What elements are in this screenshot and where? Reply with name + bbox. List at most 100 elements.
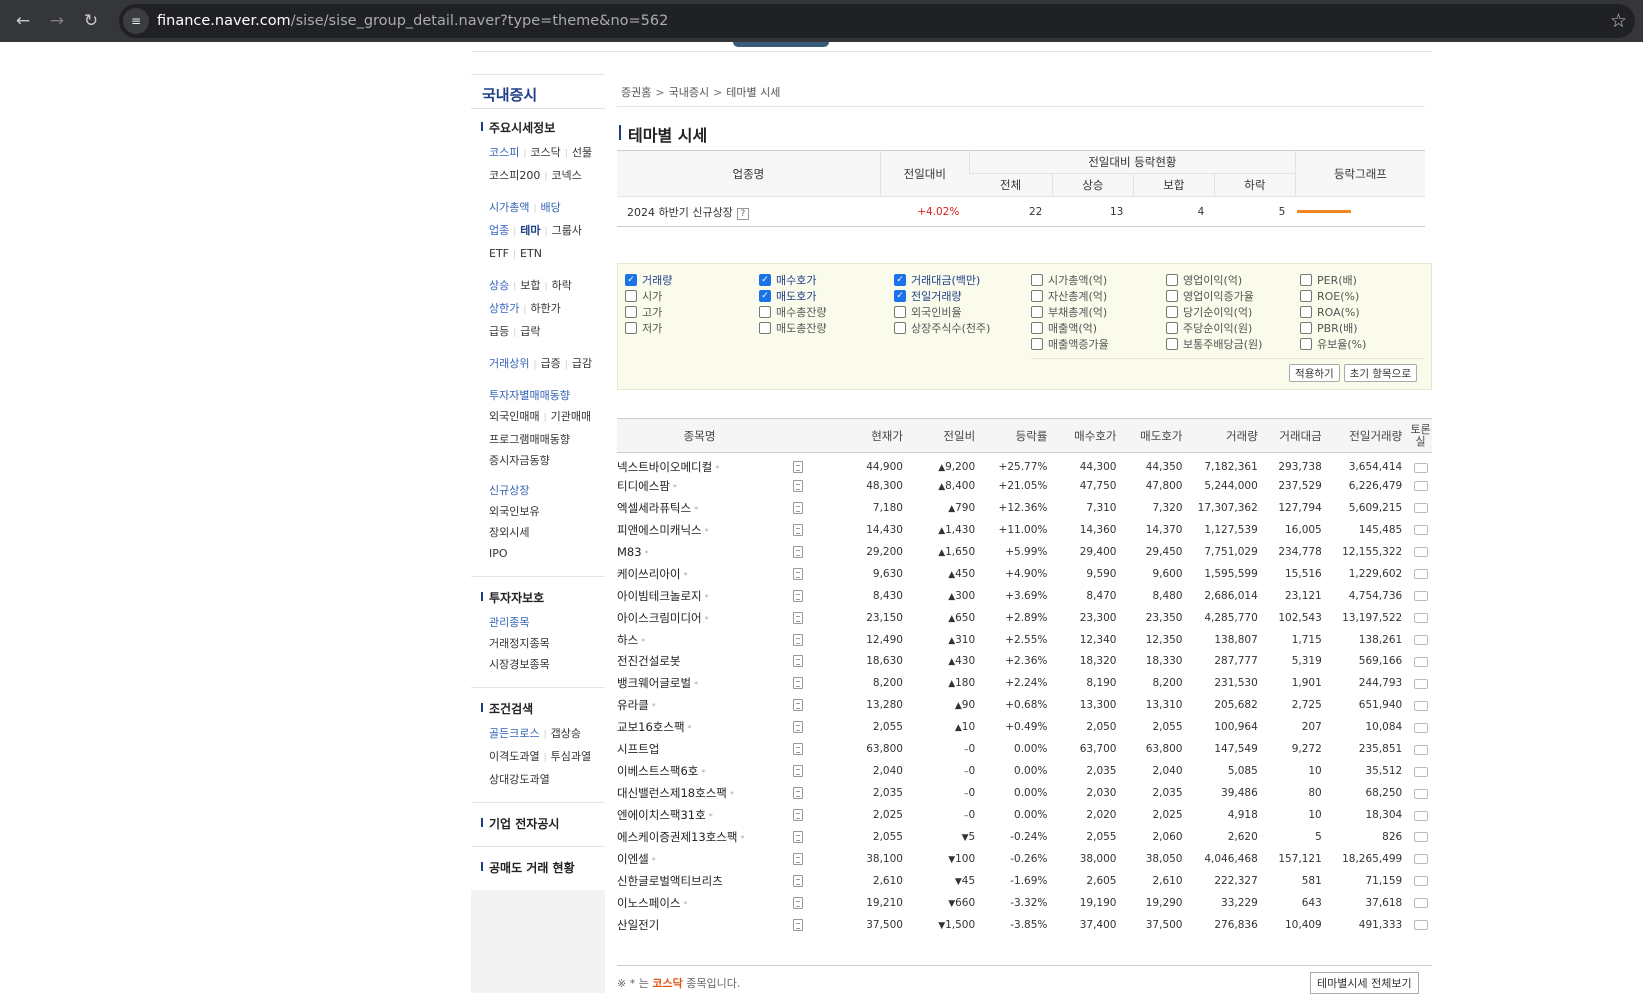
option-checkbox-item[interactable]: ROE(%) xyxy=(1300,288,1366,304)
nav-market-funds[interactable]: 증시자금동향 xyxy=(489,454,550,467)
checkbox-empty-icon[interactable] xyxy=(894,322,906,334)
discussion-icon[interactable] xyxy=(1413,481,1428,492)
document-icon[interactable] xyxy=(792,589,803,602)
stock-name-link[interactable]: 케이쓰리아이 xyxy=(617,567,680,581)
stock-name-link[interactable]: 유라클 xyxy=(617,698,649,712)
option-checkbox-item[interactable]: PBR(배) xyxy=(1300,320,1366,336)
discussion-icon[interactable] xyxy=(1413,678,1428,689)
discussion-icon[interactable] xyxy=(1413,722,1428,733)
nav-rise[interactable]: 상승 xyxy=(489,279,509,292)
nav-disparity[interactable]: 이격도과열 xyxy=(489,750,540,763)
document-icon[interactable] xyxy=(792,461,803,473)
checkbox-checked-icon[interactable]: ✓ xyxy=(625,274,637,286)
stock-name-link[interactable]: 엔에이치스팩31호 xyxy=(617,808,706,822)
nav-disclosure[interactable]: 기업 전자공시 xyxy=(471,815,605,832)
nav-theme[interactable]: 테마 xyxy=(520,224,540,237)
option-checkbox-item[interactable]: 상장주식수(천주) xyxy=(894,320,990,336)
option-checkbox-item[interactable]: 유보율(%) xyxy=(1300,336,1366,352)
stock-name-link[interactable]: 아이스크림미디어 xyxy=(617,611,702,625)
nav-group[interactable]: 그룹사 xyxy=(552,224,582,237)
apply-button[interactable]: 적용하기 xyxy=(1289,364,1340,382)
document-icon[interactable] xyxy=(792,830,803,843)
nav-foreign-holding[interactable]: 외국인보유 xyxy=(489,505,540,518)
nav-new-listing[interactable]: 신규상장 xyxy=(489,484,529,497)
nav-ipo[interactable]: IPO xyxy=(489,547,508,560)
option-checkbox-item[interactable]: ✓ 거래대금(백만) xyxy=(894,272,990,288)
nav-short-selling[interactable]: 공매도 거래 현황 xyxy=(471,859,605,876)
document-icon[interactable] xyxy=(792,765,803,778)
discussion-icon[interactable] xyxy=(1413,547,1428,558)
nav-halted-stocks[interactable]: 거래정지종목 xyxy=(489,637,550,650)
discussion-icon[interactable] xyxy=(1413,503,1428,514)
document-icon[interactable] xyxy=(792,633,803,646)
stock-name-link[interactable]: 대신밸런스제18호스팩 xyxy=(617,786,727,800)
option-checkbox-item[interactable]: 자산총계(억) xyxy=(1031,288,1109,304)
option-checkbox-item[interactable]: 보통주배당금(원) xyxy=(1166,336,1262,352)
site-settings-icon[interactable]: ≡ xyxy=(123,8,149,34)
option-checkbox-item[interactable]: 영업이익(억) xyxy=(1166,272,1262,288)
checkbox-checked-icon[interactable]: ✓ xyxy=(759,290,771,302)
stock-name-link[interactable]: 뱅크웨어글로벌 xyxy=(617,676,691,690)
nav-market-cap[interactable]: 시가총액 xyxy=(489,201,529,214)
document-icon[interactable] xyxy=(792,852,803,865)
stock-name-link[interactable]: 넥스트바이오메디컬 xyxy=(617,460,712,474)
discussion-icon[interactable] xyxy=(1413,898,1428,909)
nav-futures[interactable]: 선물 xyxy=(572,146,592,159)
checkbox-empty-icon[interactable] xyxy=(625,322,637,334)
nav-konex[interactable]: 코넥스 xyxy=(551,169,581,182)
document-icon[interactable] xyxy=(792,655,803,668)
checkbox-checked-icon[interactable]: ✓ xyxy=(894,274,906,286)
nav-kospi[interactable]: 코스피 xyxy=(489,146,519,159)
document-icon[interactable] xyxy=(792,743,803,756)
document-icon[interactable] xyxy=(792,567,803,580)
option-checkbox-item[interactable]: 시가총액(억) xyxy=(1031,272,1109,288)
option-checkbox-item[interactable]: PER(배) xyxy=(1300,272,1366,288)
document-icon[interactable] xyxy=(792,677,803,690)
lnb-section-title[interactable]: 주요시세정보 xyxy=(471,119,605,136)
checkbox-empty-icon[interactable] xyxy=(759,306,771,318)
lnb-header[interactable]: 국내증시 xyxy=(471,75,605,109)
option-checkbox-item[interactable]: 부채총계(억) xyxy=(1031,304,1109,320)
address-bar[interactable]: ≡ finance.naver.com/sise/sise_group_deta… xyxy=(119,4,1635,38)
stock-name-link[interactable]: 신한글로벌액티브리츠 xyxy=(617,874,723,888)
option-checkbox-item[interactable]: 주당순이익(원) xyxy=(1166,320,1262,336)
nav-surge[interactable]: 급등 xyxy=(489,325,509,338)
nav-sector[interactable]: 업종 xyxy=(489,224,509,237)
breadcrumb-home[interactable]: 증권홈 xyxy=(621,86,651,99)
view-all-themes-button[interactable]: 테마별시세 전체보기 xyxy=(1310,972,1419,994)
stock-name-link[interactable]: 피앤에스미캐닉스 xyxy=(617,523,702,537)
checkbox-empty-icon[interactable] xyxy=(1031,306,1043,318)
checkbox-empty-icon[interactable] xyxy=(1300,274,1312,286)
document-icon[interactable] xyxy=(792,479,803,492)
url-text[interactable]: finance.naver.com/sise/sise_group_detail… xyxy=(157,13,668,29)
nav-flat[interactable]: 보합 xyxy=(520,279,540,292)
option-checkbox-item[interactable]: 매도총잔량 xyxy=(759,320,827,336)
discussion-icon[interactable] xyxy=(1413,920,1428,931)
checkbox-empty-icon[interactable] xyxy=(1300,306,1312,318)
nav-volume-surge[interactable]: 급증 xyxy=(541,357,561,370)
nav-etf[interactable]: ETF xyxy=(489,247,509,260)
discussion-icon[interactable] xyxy=(1413,700,1428,711)
option-checkbox-item[interactable]: 외국인비율 xyxy=(894,304,990,320)
nav-program-trade[interactable]: 프로그램매매동향 xyxy=(489,433,570,446)
discussion-icon[interactable] xyxy=(1413,766,1428,777)
forward-icon[interactable]: → xyxy=(46,10,68,32)
bookmark-star-icon[interactable]: ☆ xyxy=(1610,10,1627,32)
checkbox-empty-icon[interactable] xyxy=(1300,322,1312,334)
document-icon[interactable] xyxy=(792,523,803,536)
discussion-icon[interactable] xyxy=(1413,462,1428,473)
reload-icon[interactable]: ↻ xyxy=(80,10,102,32)
checkbox-empty-icon[interactable] xyxy=(1166,274,1178,286)
option-checkbox-item[interactable]: ✓ 매수호가 xyxy=(759,272,827,288)
discussion-icon[interactable] xyxy=(1413,635,1428,646)
nav-managed-stocks[interactable]: 관리종목 xyxy=(489,616,529,629)
discussion-icon[interactable] xyxy=(1413,569,1428,580)
nav-investor-trend[interactable]: 투자자별매매동향 xyxy=(489,389,570,402)
option-checkbox-item[interactable]: ✓ 거래량 xyxy=(625,272,672,288)
stock-name-link[interactable]: 하스 xyxy=(617,633,638,647)
document-icon[interactable] xyxy=(792,896,803,909)
nav-etn[interactable]: ETN xyxy=(520,247,542,260)
nav-top-volume[interactable]: 거래상위 xyxy=(489,357,529,370)
discussion-icon[interactable] xyxy=(1413,854,1428,865)
document-icon[interactable] xyxy=(792,721,803,734)
